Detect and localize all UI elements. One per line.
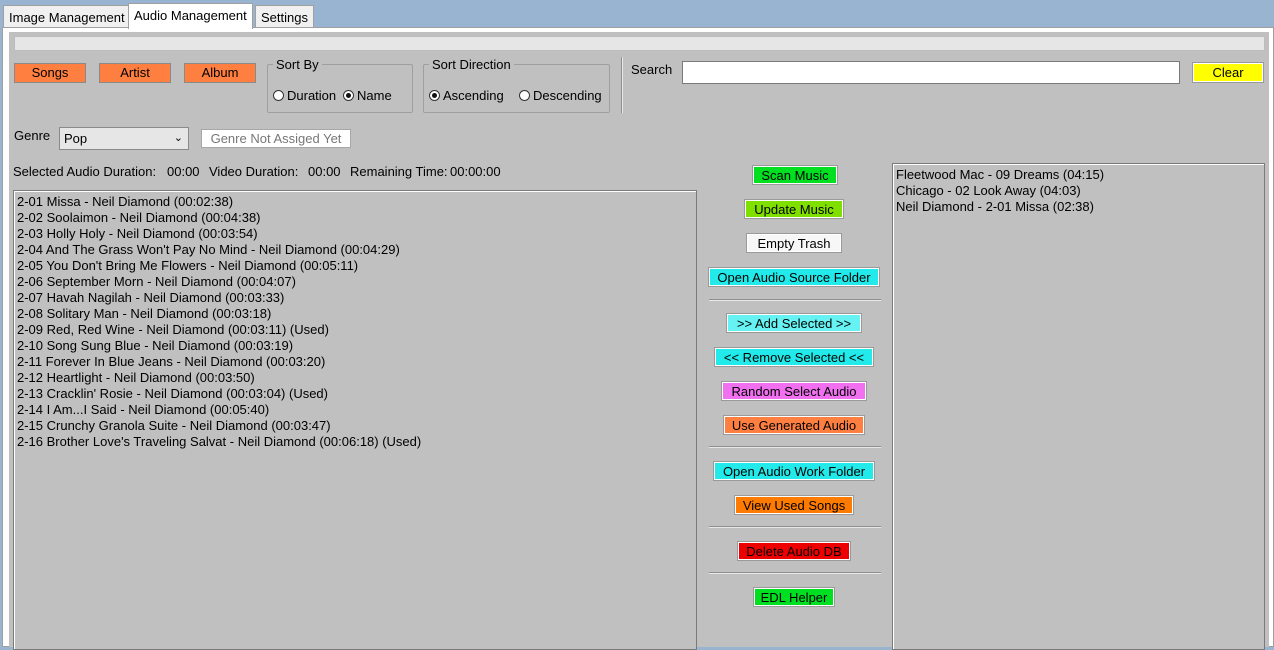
audio-management-panel: Songs Artist Album Sort By Duration Name…: [9, 32, 1269, 650]
sort-ascending-radio[interactable]: Ascending: [429, 88, 504, 104]
video-duration-value: 00:00: [308, 164, 341, 179]
chevron-down-icon: ⌄: [173, 132, 183, 144]
random-select-audio-button[interactable]: Random Select Audio: [722, 382, 866, 400]
sort-duration-label: Duration: [287, 88, 337, 103]
sort-duration-radio[interactable]: Duration: [273, 88, 336, 104]
empty-trash-button[interactable]: Empty Trash: [747, 234, 841, 252]
genre-label: Genre: [14, 128, 51, 143]
song-list[interactable]: 2-01 Missa - Neil Diamond (00:02:38) 2-0…: [13, 190, 697, 650]
divider: [709, 572, 881, 574]
list-item[interactable]: 2-05 You Don't Bring Me Flowers - Neil D…: [14, 258, 696, 274]
sort-descending-radio[interactable]: Descending: [519, 88, 602, 104]
sort-name-radio[interactable]: Name: [343, 88, 392, 104]
list-item[interactable]: 2-03 Holly Holy - Neil Diamond (00:03:54…: [14, 226, 696, 242]
divider: [709, 526, 881, 528]
tab-audio-management[interactable]: Audio Management: [128, 3, 253, 29]
search-input[interactable]: [682, 61, 1180, 84]
radio-unchecked-icon: [519, 90, 530, 101]
genre-select[interactable]: Pop ⌄: [59, 127, 189, 150]
radio-checked-icon: [429, 90, 440, 101]
divider: [709, 446, 881, 448]
list-item[interactable]: 2-08 Solitary Man - Neil Diamond (00:03:…: [14, 306, 696, 322]
genre-selected-value: Pop: [64, 131, 88, 146]
search-label: Search: [631, 62, 673, 77]
list-item[interactable]: 2-02 Soolaimon - Neil Diamond (00:04:38): [14, 210, 696, 226]
list-item[interactable]: 2-07 Havah Nagilah - Neil Diamond (00:03…: [14, 290, 696, 306]
sort-name-label: Name: [357, 88, 392, 103]
sort-by-group: Sort By: [267, 57, 413, 113]
view-used-songs-button[interactable]: View Used Songs: [735, 496, 853, 514]
list-item[interactable]: 2-01 Missa - Neil Diamond (00:02:38): [14, 194, 696, 210]
tab-image-management[interactable]: Image Management: [3, 5, 131, 28]
radio-unchecked-icon: [273, 90, 284, 101]
list-item[interactable]: 2-06 September Morn - Neil Diamond (00:0…: [14, 274, 696, 290]
list-item[interactable]: 2-04 And The Grass Won't Pay No Mind - N…: [14, 242, 696, 258]
remaining-time-label: Remaining Time:: [350, 164, 448, 179]
sort-descending-label: Descending: [533, 88, 602, 103]
songs-button[interactable]: Songs: [14, 63, 86, 83]
tab-panel: Songs Artist Album Sort By Duration Name…: [2, 27, 1274, 650]
progress-bar: [14, 36, 1265, 51]
sort-ascending-label: Ascending: [443, 88, 504, 103]
video-duration-label: Video Duration:: [209, 164, 299, 179]
scan-music-button[interactable]: Scan Music: [753, 166, 837, 184]
list-item[interactable]: Neil Diamond - 2-01 Missa (02:38): [893, 199, 1264, 215]
list-item[interactable]: 2-14 I Am...I Said - Neil Diamond (00:05…: [14, 402, 696, 418]
open-audio-source-folder-button[interactable]: Open Audio Source Folder: [709, 268, 879, 286]
edl-helper-button[interactable]: EDL Helper: [754, 588, 834, 606]
remaining-time-value: 00:00:00: [450, 164, 501, 179]
selected-audio-duration-label: Selected Audio Duration:: [13, 164, 157, 179]
list-item[interactable]: 2-12 Heartlight - Neil Diamond (00:03:50…: [14, 370, 696, 386]
delete-audio-db-button[interactable]: Delete Audio DB: [738, 542, 850, 560]
list-item[interactable]: 2-15 Crunchy Granola Suite - Neil Diamon…: [14, 418, 696, 434]
divider: [709, 299, 881, 301]
vertical-divider: [621, 57, 623, 113]
sort-direction-legend: Sort Direction: [432, 57, 511, 72]
album-button[interactable]: Album: [184, 63, 256, 83]
list-item[interactable]: Chicago - 02 Look Away (04:03): [893, 183, 1264, 199]
list-item[interactable]: 2-16 Brother Love's Traveling Salvat - N…: [14, 434, 696, 450]
add-selected-button[interactable]: >> Add Selected >>: [727, 314, 861, 332]
genre-not-assigned-field: Genre Not Assiged Yet: [201, 129, 351, 148]
list-item[interactable]: Fleetwood Mac - 09 Dreams (04:15): [893, 167, 1264, 183]
selected-audio-list[interactable]: Fleetwood Mac - 09 Dreams (04:15) Chicag…: [892, 163, 1265, 650]
sort-direction-group: Sort Direction: [423, 57, 610, 113]
radio-checked-icon: [343, 90, 354, 101]
artist-button[interactable]: Artist: [99, 63, 171, 83]
list-item[interactable]: 2-10 Song Sung Blue - Neil Diamond (00:0…: [14, 338, 696, 354]
list-item[interactable]: 2-09 Red, Red Wine - Neil Diamond (00:03…: [14, 322, 696, 338]
list-item[interactable]: 2-13 Cracklin' Rosie - Neil Diamond (00:…: [14, 386, 696, 402]
sort-by-legend: Sort By: [276, 57, 319, 72]
list-item[interactable]: 2-11 Forever In Blue Jeans - Neil Diamon…: [14, 354, 696, 370]
tab-settings[interactable]: Settings: [255, 5, 314, 28]
update-music-button[interactable]: Update Music: [745, 200, 843, 218]
remove-selected-button[interactable]: << Remove Selected <<: [715, 348, 873, 366]
open-audio-work-folder-button[interactable]: Open Audio Work Folder: [714, 462, 874, 480]
clear-button[interactable]: Clear: [1193, 63, 1263, 82]
use-generated-audio-button[interactable]: Use Generated Audio: [724, 416, 864, 434]
selected-audio-duration-value: 00:00: [167, 164, 200, 179]
